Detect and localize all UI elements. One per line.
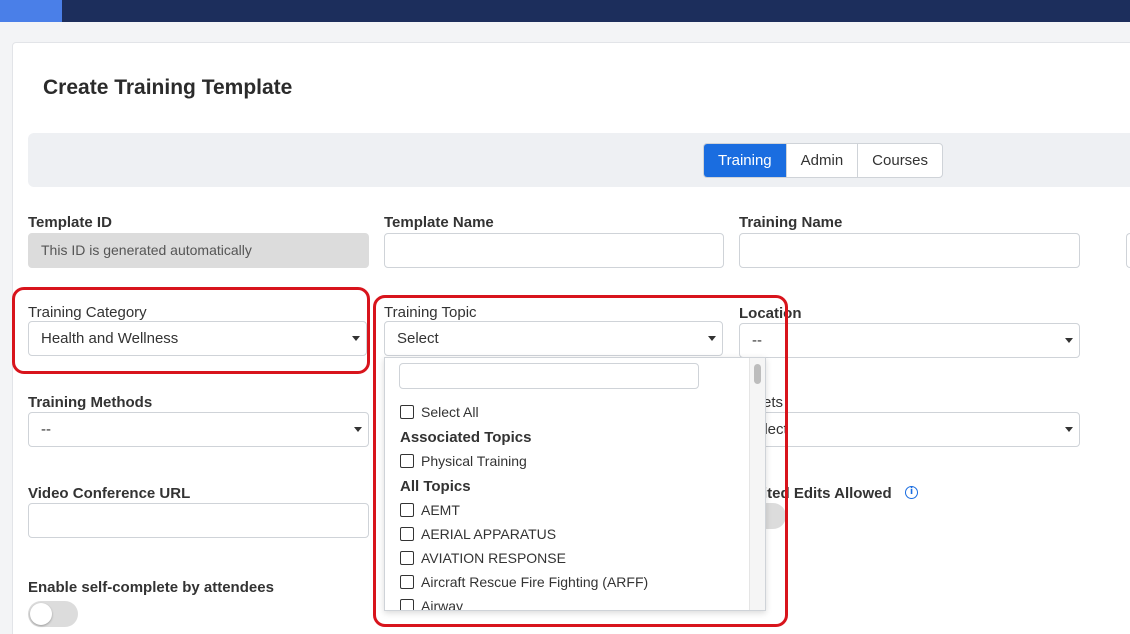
page-title: Create Training Template: [43, 76, 293, 99]
highlight-box-category: [12, 287, 370, 374]
cut-off-input[interactable]: [1126, 233, 1130, 268]
info-icon[interactable]: i: [905, 486, 918, 499]
partial-select[interactable]: elect: [739, 412, 1080, 447]
self-complete-toggle[interactable]: [28, 601, 78, 627]
highlight-box-topic: [373, 295, 788, 627]
chevron-down-icon: [354, 427, 362, 432]
tab-training[interactable]: Training: [704, 144, 786, 177]
navbar-accent: [0, 0, 62, 22]
tab-courses[interactable]: Courses: [857, 144, 942, 177]
training-methods-value: --: [41, 421, 51, 438]
tab-admin[interactable]: Admin: [785, 144, 858, 177]
training-name-label: Training Name: [739, 214, 843, 231]
training-name-input[interactable]: [739, 233, 1080, 268]
tab-bar: [28, 133, 1130, 187]
tab-group: Training Admin Courses: [703, 143, 944, 178]
video-conference-url-label: Video Conference URL: [28, 485, 191, 502]
toggle-knob: [30, 603, 52, 625]
template-id-label: Template ID: [28, 214, 112, 231]
training-methods-select[interactable]: --: [28, 412, 369, 447]
self-complete-label: Enable self-complete by attendees: [28, 579, 274, 596]
location-select[interactable]: --: [739, 323, 1080, 358]
chevron-down-icon: [1065, 338, 1073, 343]
chevron-down-icon: [1065, 427, 1073, 432]
template-name-input[interactable]: [384, 233, 724, 268]
template-name-label: Template Name: [384, 214, 494, 231]
video-conference-url-input[interactable]: [28, 503, 369, 538]
training-methods-label: Training Methods: [28, 394, 153, 411]
template-id-field: This ID is generated automatically: [28, 233, 369, 268]
top-navbar: [0, 0, 1130, 22]
